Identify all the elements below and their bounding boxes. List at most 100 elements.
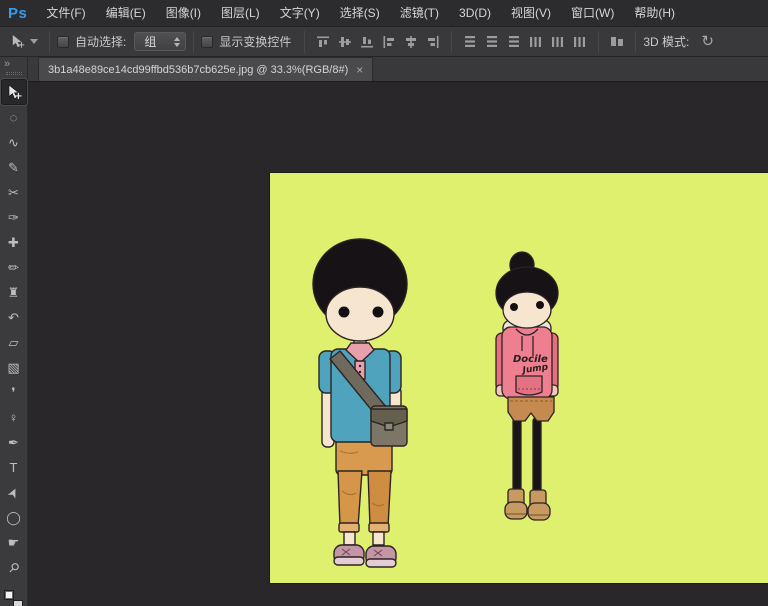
options-bar: 自动选择: 组 显示变换控件 3D 模式: ↻ <box>0 27 768 57</box>
ps-logo: Ps <box>0 5 36 22</box>
elliptical-marquee-tool[interactable]: ◌ <box>2 106 26 130</box>
zoom-tool[interactable]: ⚲ <box>2 556 26 580</box>
divider <box>635 31 636 53</box>
eraser-tool[interactable]: ▱ <box>2 331 26 355</box>
menu-item-4[interactable]: 文字(Y) <box>270 0 330 26</box>
align-right-edges-button[interactable] <box>423 32 443 52</box>
menu-items: 文件(F)编辑(E)图像(I)图层(L)文字(Y)选择(S)滤镜(T)3D(D)… <box>36 0 685 26</box>
document-area: 3b1a48e89ce14cd99ffbd536b7cb625e.jpg @ 3… <box>28 57 768 606</box>
align-bottom-edges-button[interactable] <box>357 32 377 52</box>
crop-tool[interactable]: ✂ <box>2 181 26 205</box>
photoshop-window: Ps 文件(F)编辑(E)图像(I)图层(L)文字(Y)选择(S)滤镜(T)3D… <box>0 0 768 606</box>
elliptical-marquee-icon: ◌ <box>10 110 18 125</box>
workspace: » ◌ ∿ ✎ ✂ ✑ ✚ ✏ ♜ ↶ ▱ ▧ ❜ ♀ ✒ T ➤ ◯ ☛ ⚲ 3b1a48e89ce14cd99f… <box>0 57 768 606</box>
document-tab-bar: 3b1a48e89ce14cd99ffbd536b7cb625e.jpg @ 3… <box>28 57 768 82</box>
auto-select-scope-value: 组 <box>144 33 156 50</box>
distribute-horizontal-centers-button[interactable] <box>548 32 568 52</box>
align-left-edges-button[interactable] <box>379 32 399 52</box>
path-selection-tool[interactable]: ➤ <box>2 481 26 505</box>
dodge-tool[interactable]: ♀ <box>2 406 26 430</box>
menu-item-6[interactable]: 滤镜(T) <box>390 0 449 26</box>
menu-item-1[interactable]: 编辑(E) <box>96 0 156 26</box>
dodge-icon: ♀ <box>9 410 19 425</box>
menu-item-0[interactable]: 文件(F) <box>36 0 95 26</box>
menu-item-3[interactable]: 图层(L) <box>211 0 270 26</box>
tools-panel: » ◌ ∿ ✎ ✂ ✑ ✚ ✏ ♜ ↶ ▱ ▧ ❜ ♀ ✒ T ➤ ◯ ☛ ⚲ <box>0 57 28 606</box>
canvas-area[interactable]: Docile Jump <box>28 82 768 606</box>
lasso-icon: ∿ <box>8 135 19 151</box>
toolbar-tools: ◌ ∿ ✎ ✂ ✑ ✚ ✏ ♜ ↶ ▱ ▧ ❜ ♀ ✒ T ➤ ◯ ☛ ⚲ <box>1 78 27 588</box>
eyedropper-tool[interactable]: ✑ <box>2 206 26 230</box>
gradient-icon: ▧ <box>7 360 19 376</box>
clone-stamp-tool[interactable]: ♜ <box>2 281 26 305</box>
spot-healing-brush-icon: ✚ <box>8 235 19 251</box>
align-vertical-centers-button[interactable] <box>335 32 355 52</box>
eraser-icon: ▱ <box>9 335 19 351</box>
menu-item-5[interactable]: 选择(S) <box>330 0 390 26</box>
menu-item-10[interactable]: 帮助(H) <box>624 0 685 26</box>
show-transform-checkbox[interactable] <box>201 36 213 48</box>
history-brush-tool[interactable]: ↶ <box>2 306 26 330</box>
quick-selection-tool[interactable]: ✎ <box>2 156 26 180</box>
collapse-panel-button[interactable]: » <box>0 57 27 70</box>
pen-icon: ✒ <box>8 435 19 451</box>
menu-bar: Ps 文件(F)编辑(E)图像(I)图层(L)文字(Y)选择(S)滤镜(T)3D… <box>0 0 768 27</box>
document-tab-title: 3b1a48e89ce14cd99ffbd536b7cb625e.jpg @ 3… <box>48 64 348 76</box>
brush-tool[interactable]: ✏ <box>2 256 26 280</box>
align-horizontal-centers-button[interactable] <box>401 32 421 52</box>
quick-selection-icon: ✎ <box>8 160 19 176</box>
type-icon: T <box>10 460 18 475</box>
distribute-vertical-centers-button[interactable] <box>482 32 502 52</box>
lasso-tool[interactable]: ∿ <box>2 131 26 155</box>
blur-icon: ❜ <box>11 385 15 401</box>
auto-select-scope-dropdown[interactable]: 组 <box>134 32 186 51</box>
path-selection-icon: ➤ <box>4 484 23 501</box>
distribute-top-edges-button[interactable] <box>460 32 480 52</box>
background-color-swatch[interactable] <box>13 600 23 606</box>
move-tool-icon <box>6 84 22 100</box>
auto-align-layers-button[interactable] <box>607 32 627 52</box>
type-tool[interactable]: T <box>2 456 26 480</box>
distribute-right-edges-button[interactable] <box>570 32 590 52</box>
open-image[interactable]: Docile Jump <box>270 173 768 583</box>
align-top-edges-button[interactable] <box>313 32 333 52</box>
history-brush-icon: ↶ <box>8 310 19 326</box>
menu-item-2[interactable]: 图像(I) <box>156 0 211 26</box>
panel-grip[interactable] <box>6 72 22 75</box>
distribute-left-edges-button[interactable] <box>526 32 546 52</box>
zoom-icon: ⚲ <box>4 558 22 576</box>
distribute-bottom-edges-button[interactable] <box>504 32 524 52</box>
pen-tool[interactable]: ✒ <box>2 431 26 455</box>
tool-preset-picker[interactable] <box>6 32 42 51</box>
move-tool-icon <box>10 34 25 49</box>
3d-rotate-icon[interactable]: ↻ <box>701 32 714 50</box>
move-tool[interactable] <box>1 79 27 105</box>
menu-item-7[interactable]: 3D(D) <box>449 0 501 26</box>
divider <box>49 31 50 53</box>
clone-stamp-icon: ♜ <box>8 285 20 301</box>
gradient-tool[interactable]: ▧ <box>2 356 26 380</box>
show-transform-label: 显示变换控件 <box>219 33 291 50</box>
blur-tool[interactable]: ❜ <box>2 381 26 405</box>
tab-close-icon[interactable]: × <box>356 63 363 77</box>
document-tab[interactable]: 3b1a48e89ce14cd99ffbd536b7cb625e.jpg @ 3… <box>38 57 373 81</box>
auto-select-label: 自动选择: <box>75 33 126 50</box>
foreground-color-swatch[interactable] <box>4 590 14 600</box>
crop-icon: ✂ <box>8 185 19 201</box>
chevron-down-icon <box>30 39 38 44</box>
divider <box>193 31 194 53</box>
hand-icon: ☛ <box>8 535 20 551</box>
auto-select-checkbox[interactable] <box>57 36 69 48</box>
menu-item-9[interactable]: 窗口(W) <box>561 0 624 26</box>
divider <box>598 31 599 53</box>
spot-healing-brush-tool[interactable]: ✚ <box>2 231 26 255</box>
ellipse-tool[interactable]: ◯ <box>2 506 26 530</box>
hand-tool[interactable]: ☛ <box>2 531 26 555</box>
divider <box>451 31 452 53</box>
color-swatches[interactable] <box>3 588 25 606</box>
divider <box>304 31 305 53</box>
align-buttons <box>312 31 628 53</box>
3d-mode-label: 3D 模式: <box>643 33 689 50</box>
menu-item-8[interactable]: 视图(V) <box>501 0 561 26</box>
ellipse-icon: ◯ <box>6 510 21 526</box>
